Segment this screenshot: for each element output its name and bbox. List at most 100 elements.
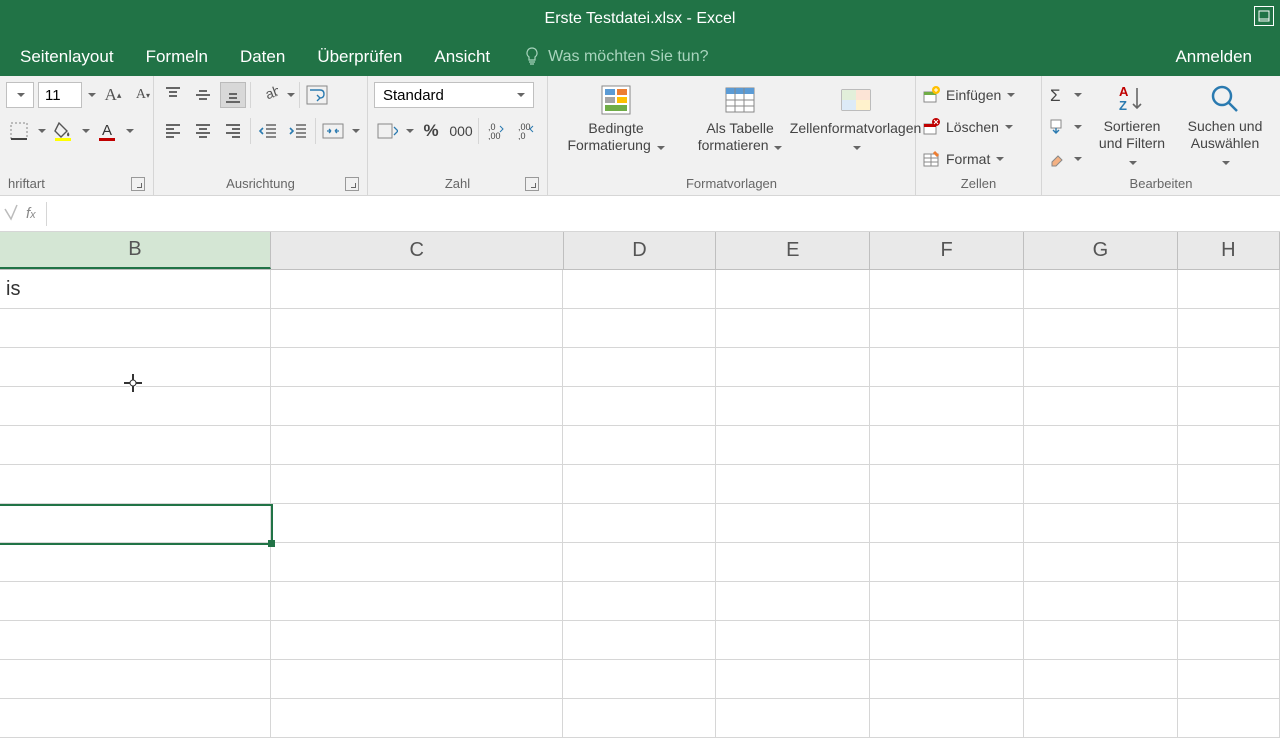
font-size-input[interactable]: 11 — [38, 82, 82, 108]
cell[interactable] — [0, 699, 271, 738]
cell[interactable] — [1024, 426, 1178, 465]
cell[interactable] — [0, 621, 271, 660]
cell[interactable] — [271, 426, 564, 465]
cell[interactable] — [563, 582, 716, 621]
align-right-icon[interactable] — [220, 118, 246, 144]
cell[interactable] — [1024, 348, 1178, 387]
cell[interactable] — [870, 387, 1024, 426]
cell[interactable] — [716, 309, 870, 348]
cancel-enter-icon[interactable] — [2, 199, 18, 229]
font-launcher[interactable] — [131, 177, 145, 191]
cell[interactable] — [716, 621, 870, 660]
cell[interactable] — [563, 387, 716, 426]
cell[interactable] — [1178, 504, 1280, 543]
cell[interactable] — [271, 699, 564, 738]
fill-color-dropdown[interactable] — [82, 129, 90, 133]
autosum-button[interactable]: Σ — [1048, 80, 1082, 110]
cell[interactable] — [1024, 543, 1178, 582]
format-cells-button[interactable]: Format — [922, 144, 1004, 174]
tell-me-search[interactable]: Was möchten Sie tun? — [524, 47, 708, 67]
cell[interactable] — [716, 660, 870, 699]
cell[interactable] — [563, 621, 716, 660]
cell[interactable] — [870, 426, 1024, 465]
cell[interactable] — [563, 543, 716, 582]
align-top-icon[interactable] — [160, 82, 186, 108]
cell[interactable] — [0, 348, 271, 387]
cell[interactable] — [0, 543, 271, 582]
accounting-format-button[interactable] — [374, 118, 400, 144]
cell[interactable] — [1024, 270, 1178, 309]
cell[interactable] — [271, 660, 564, 699]
percent-style-button[interactable]: % — [418, 118, 444, 144]
align-bottom-icon[interactable] — [220, 82, 246, 108]
cell[interactable] — [1024, 387, 1178, 426]
cell[interactable] — [1178, 465, 1280, 504]
delete-cells-button[interactable]: Löschen — [922, 112, 1013, 142]
column-header[interactable]: B — [0, 232, 271, 269]
cell[interactable] — [271, 543, 564, 582]
cell[interactable] — [271, 348, 564, 387]
column-header[interactable]: G — [1024, 232, 1178, 269]
increase-decimal-icon[interactable]: ,0,00 — [483, 118, 509, 144]
cell[interactable] — [1024, 309, 1178, 348]
cell[interactable] — [0, 660, 271, 699]
cell[interactable] — [1024, 582, 1178, 621]
cell[interactable] — [1024, 660, 1178, 699]
cell[interactable] — [1178, 270, 1280, 309]
borders-button[interactable] — [6, 118, 32, 144]
cell[interactable] — [563, 426, 716, 465]
formula-input[interactable] — [47, 196, 1280, 231]
cell[interactable] — [870, 543, 1024, 582]
cell[interactable] — [563, 465, 716, 504]
cell[interactable] — [563, 309, 716, 348]
cell[interactable] — [716, 465, 870, 504]
decrease-indent-icon[interactable] — [255, 118, 281, 144]
cell[interactable] — [1024, 699, 1178, 738]
merge-center-button[interactable] — [320, 118, 346, 144]
cell[interactable] — [271, 309, 564, 348]
cell[interactable] — [716, 543, 870, 582]
wrap-text-button[interactable] — [304, 82, 330, 108]
cell[interactable] — [1178, 621, 1280, 660]
cell[interactable] — [1178, 309, 1280, 348]
cell[interactable] — [716, 582, 870, 621]
find-select-button[interactable]: Suchen und Auswählen — [1176, 78, 1274, 168]
fill-button[interactable] — [1048, 112, 1082, 142]
cell[interactable] — [870, 348, 1024, 387]
increase-indent-icon[interactable] — [285, 118, 311, 144]
cell[interactable] — [1178, 543, 1280, 582]
cell[interactable] — [716, 348, 870, 387]
cell[interactable] — [716, 504, 870, 543]
sign-in-link[interactable]: Anmelden — [1159, 38, 1268, 76]
cell[interactable] — [716, 270, 870, 309]
align-center-icon[interactable] — [190, 118, 216, 144]
font-color-button[interactable]: A — [94, 118, 120, 144]
column-header[interactable]: D — [564, 232, 717, 269]
cell[interactable] — [716, 387, 870, 426]
column-header[interactable]: C — [271, 232, 564, 269]
cell[interactable] — [0, 426, 271, 465]
column-header[interactable]: F — [870, 232, 1024, 269]
cell[interactable] — [1178, 660, 1280, 699]
cell[interactable] — [0, 387, 271, 426]
cell[interactable] — [716, 699, 870, 738]
cell[interactable] — [870, 621, 1024, 660]
format-as-table-button[interactable]: Als Tabelle formatieren — [678, 78, 802, 154]
tab-seitenlayout[interactable]: Seitenlayout — [4, 38, 130, 76]
sort-filter-button[interactable]: AZ Sortieren und Filtern — [1088, 78, 1176, 168]
cell[interactable] — [870, 660, 1024, 699]
cell[interactable] — [0, 582, 271, 621]
tab-ansicht[interactable]: Ansicht — [418, 38, 506, 76]
cell[interactable] — [870, 465, 1024, 504]
font-color-dropdown[interactable] — [126, 129, 134, 133]
cell[interactable] — [870, 309, 1024, 348]
cell[interactable] — [870, 270, 1024, 309]
worksheet[interactable]: BCDEFGH is — [0, 232, 1280, 720]
tab-formeln[interactable]: Formeln — [130, 38, 224, 76]
cell[interactable] — [1024, 621, 1178, 660]
cell[interactable] — [870, 699, 1024, 738]
fill-color-button[interactable] — [50, 118, 76, 144]
cell[interactable] — [1178, 582, 1280, 621]
tab-daten[interactable]: Daten — [224, 38, 301, 76]
column-header[interactable]: H — [1178, 232, 1280, 269]
